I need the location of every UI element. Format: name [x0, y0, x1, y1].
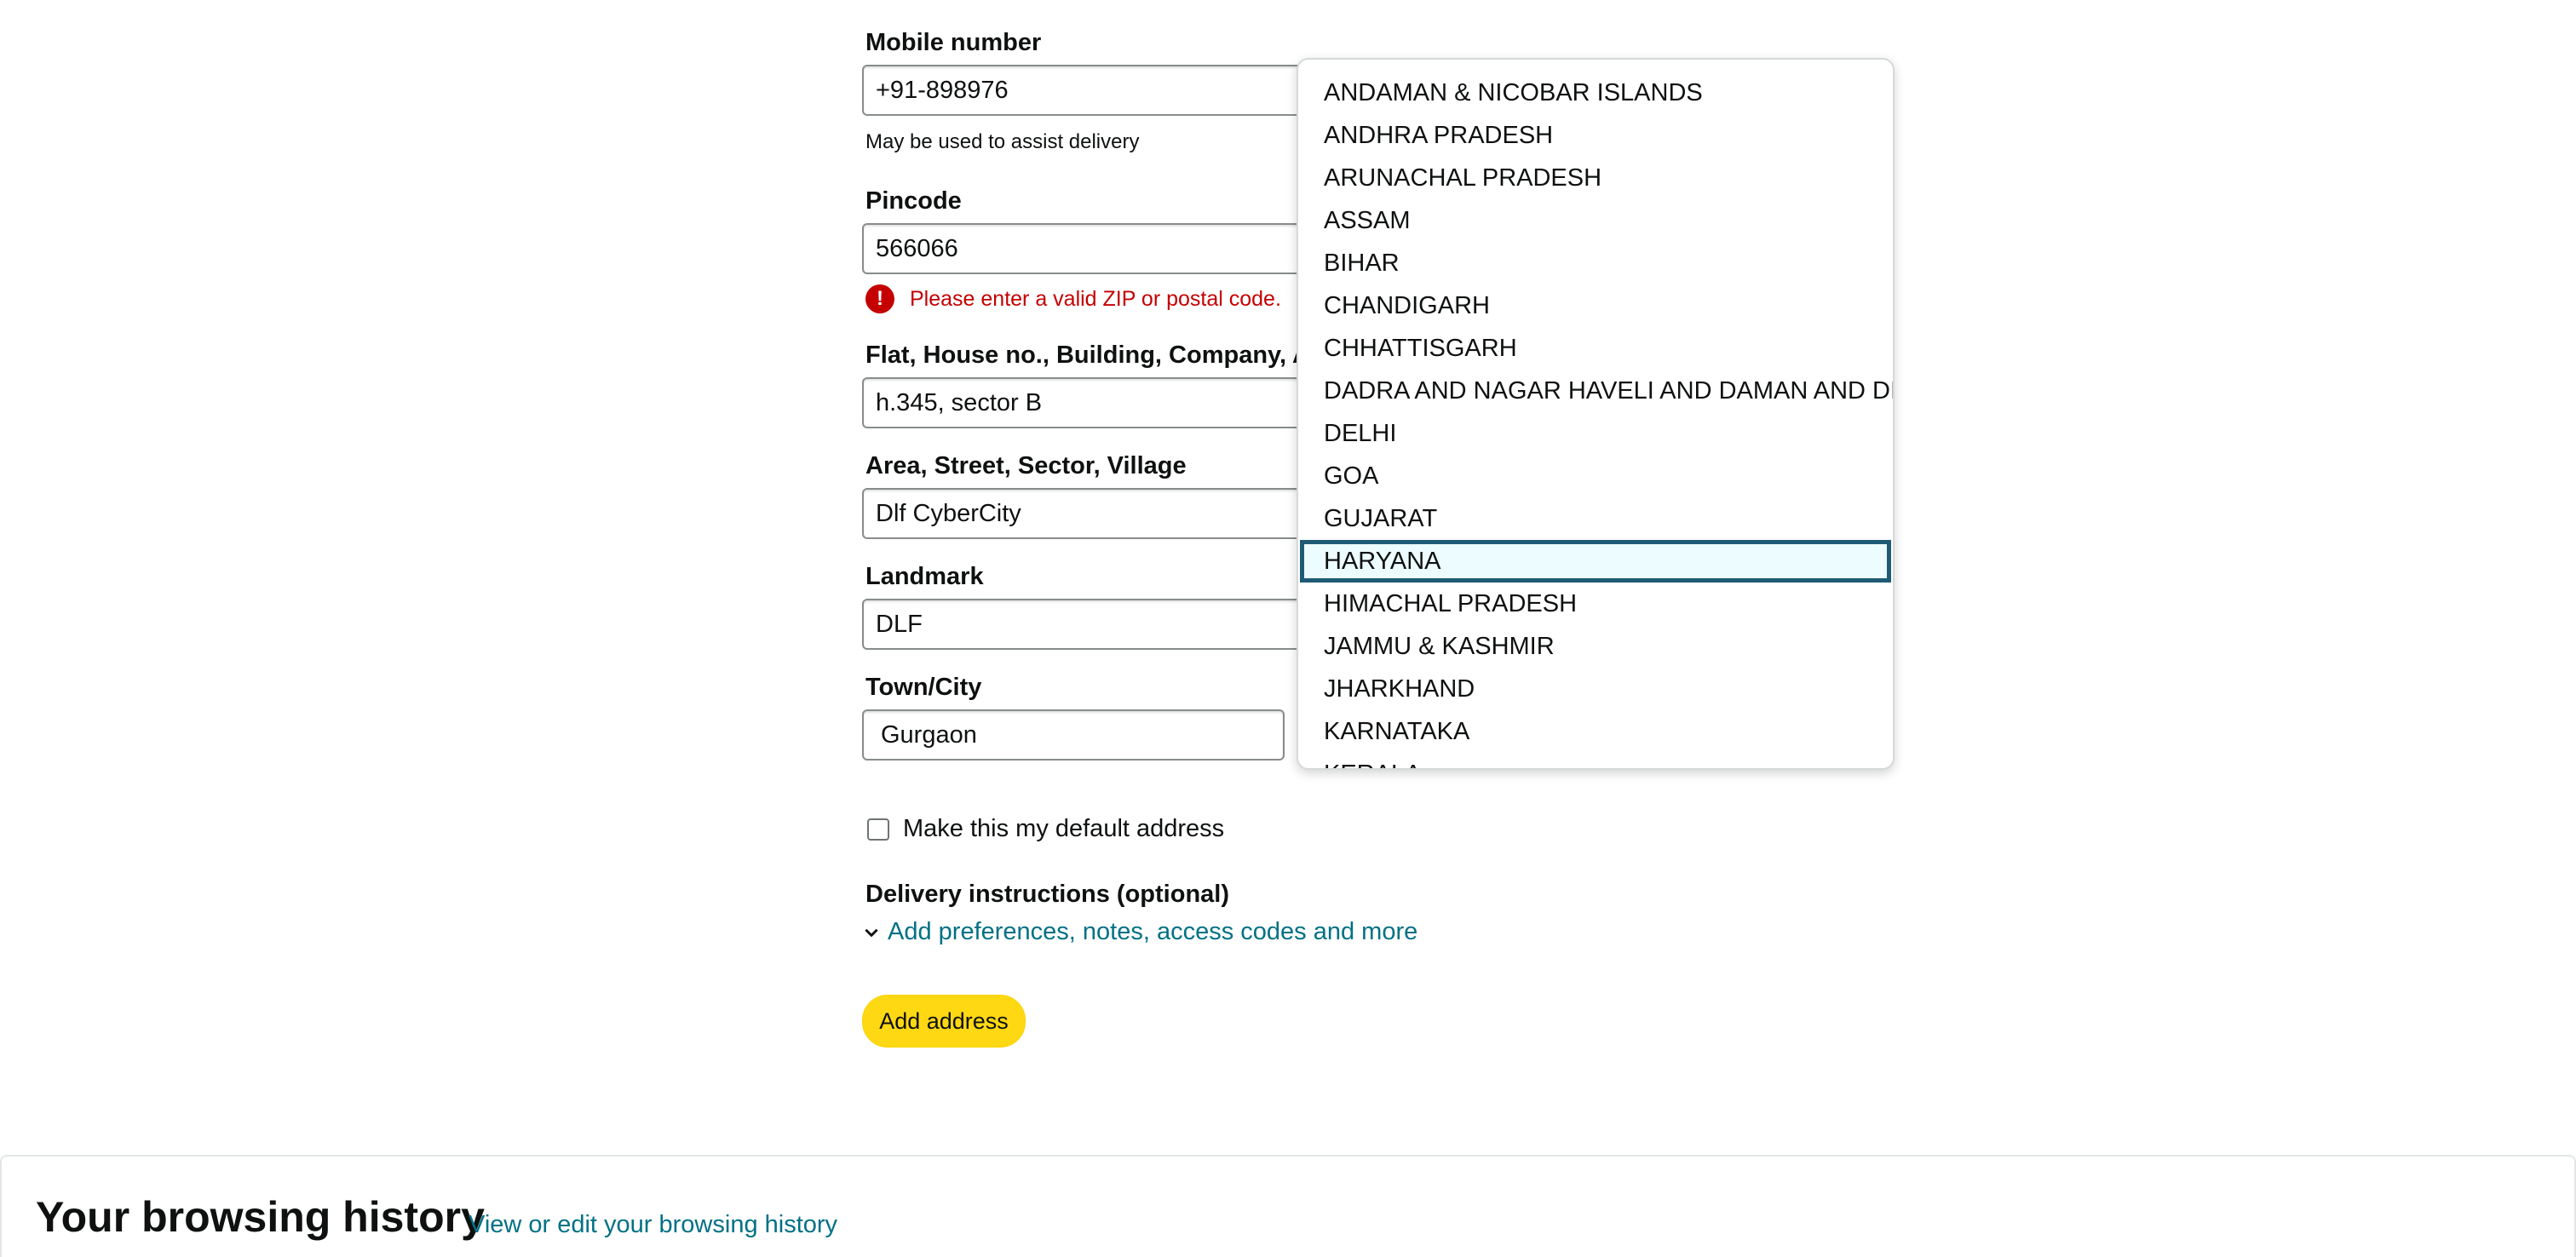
state-option[interactable]: BIHAR — [1300, 242, 1891, 284]
state-option[interactable]: DADRA AND NAGAR HAVELI AND DAMAN AND DIU — [1300, 370, 1893, 412]
town-input[interactable]: Gurgaon — [862, 709, 1285, 761]
pincode-label: Pincode — [865, 187, 962, 215]
delivery-instructions-expander[interactable]: Add preferences, notes, access codes and… — [862, 918, 1417, 946]
state-option[interactable]: CHANDIGARH — [1300, 284, 1891, 327]
state-option[interactable]: HARYANA — [1300, 540, 1891, 583]
state-option[interactable]: JAMMU & KASHMIR — [1300, 625, 1891, 668]
state-option[interactable]: ASSAM — [1300, 199, 1891, 242]
state-option[interactable]: CHHATTISGARH — [1300, 327, 1891, 370]
default-address-label[interactable]: Make this my default address — [903, 815, 1224, 843]
state-option[interactable]: ANDAMAN & NICOBAR ISLANDS — [1300, 72, 1891, 114]
state-options: ANDAMAN & NICOBAR ISLANDS ANDHRA PRADESH A… — [1298, 60, 1893, 768]
state-option[interactable]: GOA — [1300, 455, 1891, 497]
chevron-down-icon — [865, 928, 878, 937]
browsing-history-link[interactable]: View or edit your browsing history — [469, 1211, 837, 1239]
mobile-label: Mobile number — [865, 29, 1042, 56]
flat-label: Flat, House no., Building, Company, Ap — [865, 342, 1325, 369]
area-label: Area, Street, Sector, Village — [865, 452, 1187, 479]
browsing-history-title: Your browsing history — [36, 1193, 485, 1241]
mobile-helper-text: May be used to assist delivery — [865, 130, 1140, 153]
exclamation-circle-icon: ! — [865, 284, 894, 313]
delivery-instructions-link[interactable]: Add preferences, notes, access codes and… — [888, 918, 1417, 946]
state-option[interactable]: JHARKHAND — [1300, 668, 1891, 710]
pincode-error: ! Please enter a valid ZIP or postal cod… — [865, 284, 1281, 314]
landmark-label: Landmark — [865, 563, 984, 590]
town-label: Town/City — [865, 674, 982, 701]
state-option[interactable]: HIMACHAL PRADESH — [1300, 583, 1891, 625]
state-option[interactable]: DELHI — [1300, 412, 1891, 455]
default-address-checkbox[interactable] — [867, 818, 889, 841]
pincode-error-text: Please enter a valid ZIP or postal code. — [910, 286, 1281, 311]
state-dropdown-list[interactable]: ANDAMAN & NICOBAR ISLANDS ANDHRA PRADESH A… — [1297, 58, 1895, 770]
add-address-button[interactable]: Add address — [862, 995, 1026, 1048]
state-option[interactable]: ANDHRA PRADESH — [1300, 114, 1891, 157]
state-option[interactable]: KERALA — [1300, 753, 1891, 768]
state-option[interactable]: GUJARAT — [1300, 497, 1891, 540]
state-option[interactable]: KARNATAKA — [1300, 710, 1891, 753]
delivery-instructions-title: Delivery instructions (optional) — [865, 881, 1229, 908]
state-option[interactable]: ARUNACHAL PRADESH — [1300, 157, 1891, 199]
default-address-row[interactable]: Make this my default address — [867, 815, 1224, 843]
